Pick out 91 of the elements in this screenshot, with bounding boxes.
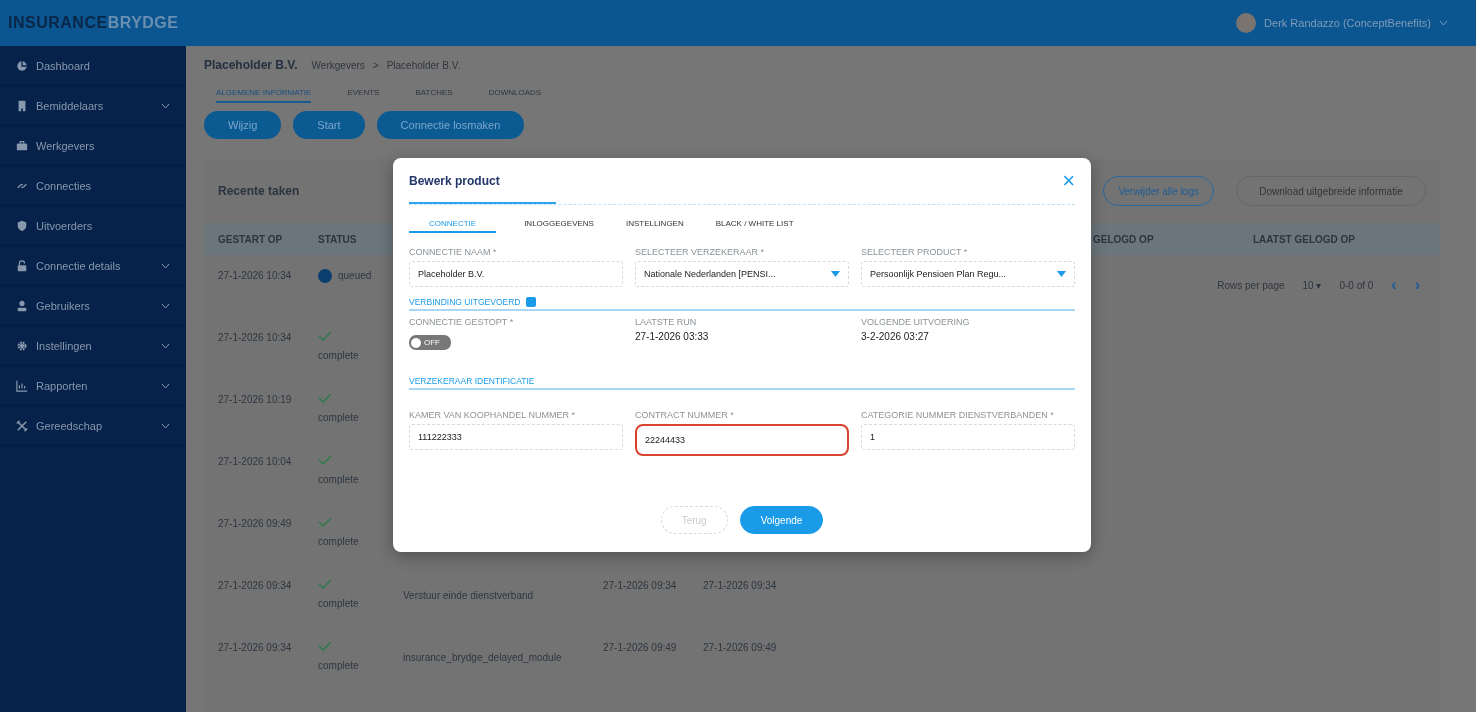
briefcase-icon xyxy=(16,139,28,152)
app-logo: INSURANCEBRYDGE xyxy=(8,14,179,32)
chart-icon xyxy=(16,59,28,72)
section-title: VERBINDING UITGEVOERD xyxy=(409,297,521,307)
select-field[interactable]: Persoonlijk Pensioen Plan Regu... xyxy=(861,261,1075,287)
table-cell-text: 27-1-2026 10:34 xyxy=(217,269,293,283)
bars-icon xyxy=(16,379,28,392)
action-button[interactable]: Start xyxy=(293,111,365,139)
input-field[interactable]: 111222333 xyxy=(409,424,623,450)
dialog-title: Bewerk product xyxy=(409,174,500,188)
status-text: queued xyxy=(338,269,372,283)
sidebar-item[interactable]: Gereedschap xyxy=(0,406,186,446)
status-text: complete xyxy=(318,535,360,549)
sidebar-item[interactable]: Gebruikers xyxy=(0,286,186,326)
table-cell: 27-1-2026 09:34 xyxy=(703,580,777,591)
sidebar-item[interactable]: Connectie details xyxy=(0,246,186,286)
sidebar-item[interactable]: Connecties xyxy=(0,166,186,206)
rows-per-page-label: Rows per page xyxy=(1217,279,1285,291)
breadcrumb-item[interactable]: Placeholder B.V. xyxy=(386,60,461,71)
chevron-down-icon[interactable] xyxy=(161,302,170,309)
tools-icon xyxy=(16,419,28,432)
dropdown-caret-icon xyxy=(831,271,840,277)
select-field[interactable]: Nationale Nederlanden [PENSI... xyxy=(635,261,849,287)
shield-icon xyxy=(16,219,28,232)
page-tab[interactable]: EVENTS xyxy=(347,88,380,103)
input-field[interactable]: Placeholder B.V. xyxy=(409,261,623,287)
status-text: complete xyxy=(318,597,360,611)
sidebar-item[interactable]: Instellingen xyxy=(0,326,186,366)
table-cell-text: 27-1-2026 10:34 xyxy=(217,331,293,345)
chevron-down-icon[interactable] xyxy=(161,382,170,389)
status-text: complete xyxy=(318,659,360,673)
input-field[interactable]: 22244433 xyxy=(635,424,849,456)
table-cell-text: 27-1-2026 10:19 xyxy=(217,393,293,407)
building-icon xyxy=(16,99,28,112)
status-text: complete xyxy=(318,473,360,487)
field-label: CONNECTIE GESTOPT * xyxy=(409,317,515,327)
field-label: LAATSTE RUN xyxy=(635,317,698,327)
chevron-down-icon[interactable] xyxy=(161,342,170,349)
toggle-switch[interactable]: OFF xyxy=(409,335,451,350)
sidebar-item[interactable]: Uitvoerders xyxy=(0,206,186,246)
action-button[interactable]: Wijzig xyxy=(204,111,282,139)
field-value: 27-1-2026 03:33 xyxy=(635,331,710,342)
section-title: VERZEKERAAR IDENTIFICATIE xyxy=(409,376,535,386)
chevron-down-icon[interactable] xyxy=(161,422,170,429)
table-cell: 27-1-2026 09:34 xyxy=(603,580,677,591)
chevron-down-icon[interactable] xyxy=(161,102,170,109)
user-name[interactable]: Derk Randazzo (ConceptBenefits) xyxy=(1264,17,1431,29)
breadcrumb-item[interactable]: > xyxy=(372,60,379,71)
table-cell: insurance_brydge_delayed_module xyxy=(403,652,562,663)
table-cell-text: 27-1-2026 09:34 xyxy=(217,641,293,655)
table-cell: 27-1-2026 09:49 xyxy=(703,642,777,653)
status-text: complete xyxy=(318,349,360,363)
close-button[interactable]: × xyxy=(1062,172,1075,190)
field-label: CONNECTIE NAAM * xyxy=(409,247,498,257)
dropdown-caret-icon xyxy=(1057,271,1066,277)
field-label: CATEGORIE NUMMER DIENSTVERBANDEN * xyxy=(861,410,1055,420)
page-range: 0-0 of 0 xyxy=(1339,279,1374,291)
gear-icon xyxy=(16,339,28,352)
input-field[interactable]: 1 xyxy=(861,424,1075,450)
dialog-tab[interactable]: CONNECTIE xyxy=(409,219,497,233)
field-label: SELECTEER PRODUCT * xyxy=(861,247,969,257)
sidebar-item[interactable]: Werkgevers xyxy=(0,126,186,166)
chevron-down-icon[interactable] xyxy=(161,262,170,269)
sidebar-item[interactable]: Bemiddelaars xyxy=(0,86,186,126)
field-label: KAMER VAN KOOPHANDEL NUMMER * xyxy=(409,410,577,420)
field-label: CONTRACT NUMMER * xyxy=(635,410,735,420)
sidebar-item[interactable]: Rapporten xyxy=(0,366,186,406)
table-cell: Verstuur einde dienstverband xyxy=(403,590,534,601)
lock-icon xyxy=(16,259,28,272)
column-header: GELOGD OP xyxy=(1092,233,1155,245)
field-label: VOLGENDE UITVOERING xyxy=(861,317,971,327)
rows-per-page-select[interactable]: 10 ▾ xyxy=(1302,279,1322,291)
table-cell-text: 27-1-2026 09:34 xyxy=(217,579,293,593)
field-label: SELECTEER VERZEKERAAR * xyxy=(635,247,766,257)
column-header: LAATST GELOGD OP xyxy=(1252,233,1356,245)
card-title: Recente taken xyxy=(218,184,300,198)
sidebar-item[interactable]: Dashboard xyxy=(0,46,186,86)
info-icon[interactable] xyxy=(526,297,537,307)
page-tab[interactable]: DOWNLOADS xyxy=(488,88,542,103)
breadcrumb-item[interactable]: Werkgevers xyxy=(311,60,365,71)
action-button[interactable]: Connectie losmaken xyxy=(376,111,525,139)
table-cell-text: 27-1-2026 10:04 xyxy=(217,455,293,469)
table-cell: 27-1-2026 09:49 xyxy=(603,642,677,653)
field-value: 3-2-2026 03:27 xyxy=(861,331,930,342)
page-tab[interactable]: BATCHES xyxy=(415,88,453,103)
user-icon xyxy=(16,299,28,312)
status-text: complete xyxy=(318,411,360,425)
page-title: Placeholder B.V. xyxy=(204,58,298,72)
chevron-down-icon[interactable] xyxy=(1439,20,1448,26)
table-cell-text: 27-1-2026 09:49 xyxy=(217,517,293,531)
next-button[interactable]: Volgende xyxy=(739,506,824,534)
